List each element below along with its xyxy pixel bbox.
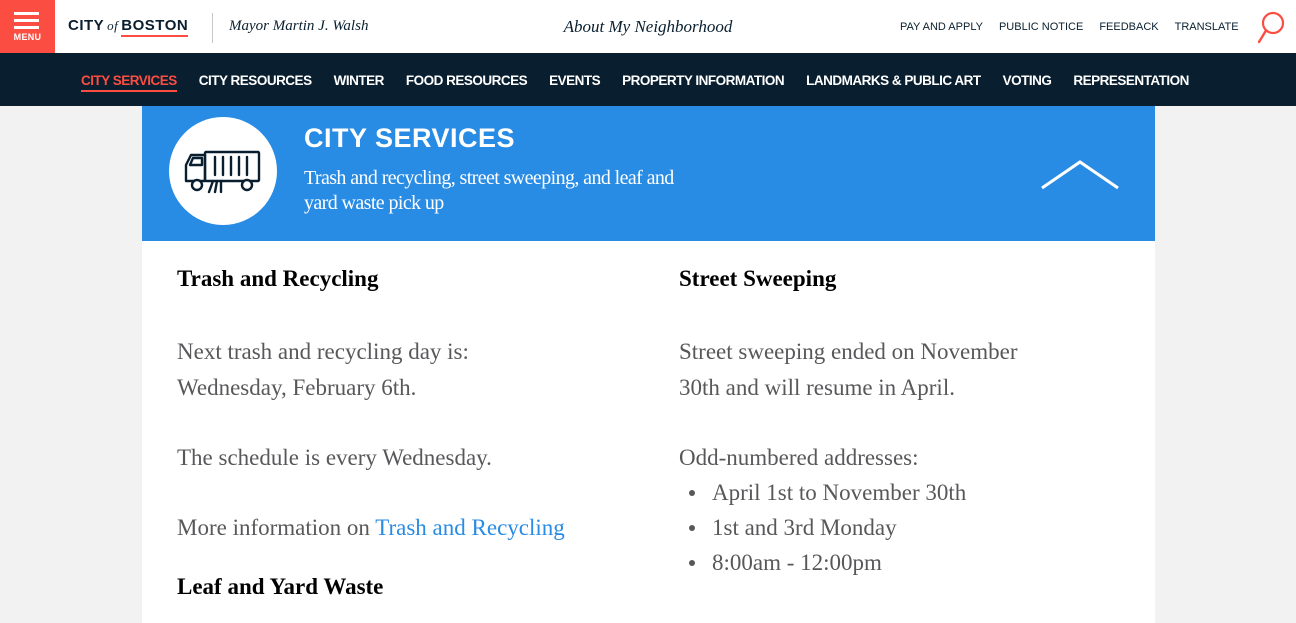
search-icon[interactable] — [1256, 11, 1286, 45]
nav-item-landmarks-public-art[interactable]: LANDMARKS & PUBLIC ART — [806, 73, 981, 90]
trash-recycling-heading: Trash and Recycling — [177, 266, 379, 291]
sweeping-status-line2: 30th and will resume in April. — [679, 375, 955, 400]
bullet-icon — [689, 525, 695, 531]
odd-schedule-list: April 1st to November 30th 1st and 3rd M… — [679, 475, 966, 580]
public-notice-link[interactable]: PUBLIC NOTICE — [999, 21, 1083, 33]
collapse-chevron-up-icon[interactable] — [1040, 158, 1120, 192]
sweeping-status-line1: Street sweeping ended on November — [679, 339, 1018, 364]
nav-item-representation[interactable]: REPRESENTATION — [1073, 73, 1189, 90]
banner-title: CITY SERVICES — [304, 123, 516, 153]
hamburger-icon — [14, 12, 39, 30]
odd-numbered-label: Odd-numbered addresses: — [679, 445, 919, 470]
nav-item-winter[interactable]: WINTER — [334, 73, 385, 90]
menu-label: MENU — [13, 32, 42, 42]
street-sweeping-heading: Street Sweeping — [679, 266, 837, 291]
nav-item-food-resources[interactable]: FOOD RESOURCES — [406, 73, 528, 90]
translate-link[interactable]: TRANSLATE — [1175, 21, 1239, 33]
bullet-icon — [689, 490, 695, 496]
city-of-boston-logo[interactable]: CITY of BOSTON — [68, 17, 189, 37]
nav-item-events[interactable]: EVENTS — [549, 73, 601, 90]
city-services-content: Trash and Recycling Next trash and recyc… — [142, 241, 1155, 623]
city-services-banner[interactable]: CITY SERVICES Trash and recycling, stree… — [142, 106, 1155, 241]
street-sweeper-truck-icon — [184, 150, 261, 194]
banner-icon-circle — [169, 117, 277, 225]
nav-item-city-services[interactable]: CITY SERVICES — [81, 73, 177, 92]
mayor-name: Mayor Martin J. Walsh — [229, 18, 369, 34]
main-navigation: CITY SERVICES CITY RESOURCES WINTER FOOD RE… — [0, 53, 1296, 106]
nav-item-city-resources[interactable]: CITY RESOURCES — [199, 73, 312, 90]
bullet-icon — [689, 560, 695, 566]
more-info-prefix: More information on — [177, 515, 376, 540]
pay-and-apply-link[interactable]: PAY AND APPLY — [900, 21, 983, 33]
next-trash-day-value: Wednesday, February 6th. — [177, 375, 417, 400]
page-title: About My Neighborhood — [563, 17, 733, 36]
list-item: April 1st to November 30th — [679, 475, 966, 510]
nav-item-property-information[interactable]: PROPERTY INFORMATION — [622, 73, 785, 90]
utility-links: PAY AND APPLY PUBLIC NOTICE FEEDBACK TRANSL… — [900, 21, 1255, 33]
header-divider — [212, 13, 213, 43]
logo-boston: BOSTON — [121, 17, 189, 37]
trash-recycling-link[interactable]: Trash and Recycling — [375, 515, 565, 540]
odd-schedule-dates: April 1st to November 30th — [712, 480, 967, 505]
logo-of: of — [107, 18, 119, 33]
next-trash-day-label: Next trash and recycling day is: — [177, 339, 469, 364]
trash-more-info: More information on Trash and Recycling — [177, 510, 565, 546]
banner-subtitle: Trash and recycling, street sweeping, an… — [304, 167, 674, 214]
odd-schedule-days: 1st and 3rd Monday — [712, 515, 897, 540]
feedback-link[interactable]: FEEDBACK — [1099, 21, 1158, 33]
nav-item-voting[interactable]: VOTING — [1003, 73, 1052, 90]
logo-city: CITY — [68, 17, 105, 34]
menu-button[interactable]: MENU — [0, 0, 55, 53]
list-item: 8:00am - 12:00pm — [679, 545, 966, 580]
trash-schedule: The schedule is every Wednesday. — [177, 445, 492, 470]
top-header: MENU CITY of BOSTON Mayor Martin J. Walsh … — [0, 0, 1296, 53]
leaf-yard-waste-heading: Leaf and Yard Waste — [177, 574, 384, 599]
list-item: 1st and 3rd Monday — [679, 510, 966, 545]
odd-schedule-hours: 8:00am - 12:00pm — [712, 550, 882, 575]
